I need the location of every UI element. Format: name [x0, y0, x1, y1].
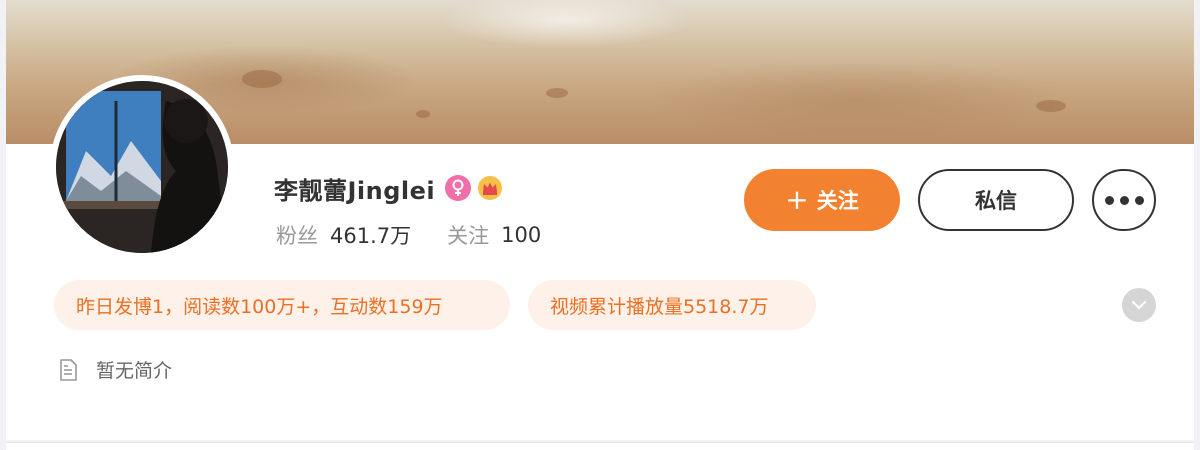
- following-label[interactable]: 关注: [447, 220, 489, 250]
- crown-icon[interactable]: [477, 175, 503, 201]
- followers-label[interactable]: 粉丝: [276, 220, 318, 250]
- message-button[interactable]: 私信: [918, 169, 1074, 231]
- intro-text: 暂无简介: [96, 360, 173, 382]
- follow-label: 关注: [816, 189, 859, 213]
- followers-count[interactable]: 461.7万: [330, 220, 411, 250]
- chevron-down-icon: [1131, 300, 1147, 310]
- profile-stats: 粉丝 461.7万 关注 100: [276, 220, 541, 250]
- profile-name: 李靓蕾Jinglei: [274, 176, 436, 205]
- more-button[interactable]: [1092, 169, 1156, 231]
- stats-tag-video[interactable]: 视频累计播放量5518.7万: [528, 280, 816, 330]
- follow-button[interactable]: + 关注: [744, 169, 900, 231]
- following-count[interactable]: 100: [501, 223, 541, 247]
- avatar[interactable]: [50, 75, 234, 259]
- more-dots-icon: [1104, 195, 1144, 205]
- profile-name-row: 李靓蕾Jinglei: [274, 170, 503, 206]
- document-icon: [56, 358, 80, 382]
- plus-icon: +: [785, 183, 809, 216]
- stats-tag-posts[interactable]: 昨日发博1，阅读数100万+，互动数159万: [54, 280, 510, 330]
- message-label: 私信: [975, 189, 1017, 213]
- next-section: [6, 442, 1194, 450]
- expand-button[interactable]: [1122, 288, 1156, 322]
- profile-card: 李靓蕾Jinglei 粉丝 461.7万 关注 100 + 关注 私信 昨日发博…: [6, 0, 1194, 440]
- profile-intro: 暂无简介: [56, 356, 172, 383]
- female-icon: [445, 175, 472, 201]
